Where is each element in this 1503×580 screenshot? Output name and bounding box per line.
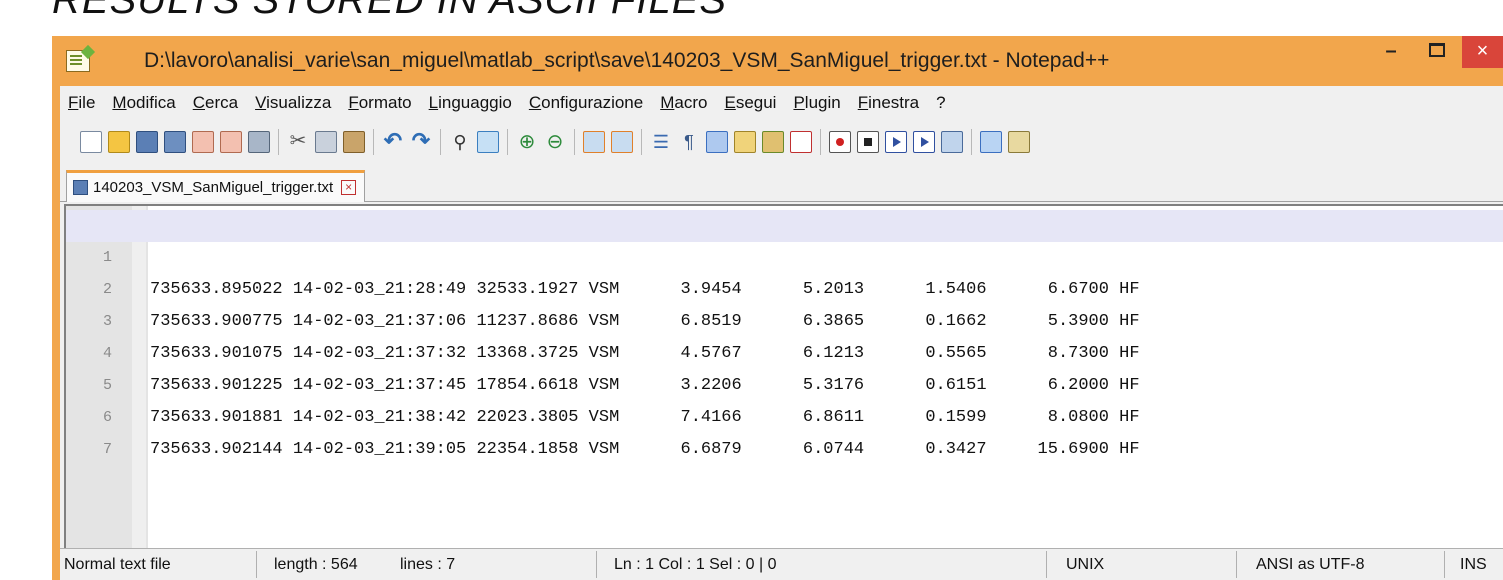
status-insert-mode: INS	[1460, 556, 1487, 573]
line-text[interactable]: 735633.902144 14-02-03_21:39:05 22354.18…	[150, 434, 1140, 466]
play-macro-icon[interactable]	[885, 131, 907, 153]
editor-line[interactable]: 6 735633.902144 14-02-03_21:39:05 22354.…	[66, 370, 1503, 459]
find-icon[interactable]: ⚲	[449, 131, 471, 153]
sync-scroll-h-icon[interactable]	[611, 131, 633, 153]
tab-label: 140203_VSM_SanMiguel_trigger.txt	[93, 179, 334, 196]
zoom-in-icon[interactable]: ⊕	[516, 131, 538, 153]
status-file-type: Normal text file	[64, 556, 171, 573]
menu-finestra[interactable]: Finestra	[858, 93, 919, 113]
new-file-icon[interactable]	[80, 131, 102, 153]
menu-formato[interactable]: Formato	[348, 93, 411, 113]
menu-help[interactable]: ?	[936, 93, 945, 113]
save-icon[interactable]	[136, 131, 158, 153]
status-bar: Normal text file length : 564 lines : 7 …	[60, 548, 1503, 580]
function-list-icon[interactable]	[790, 131, 812, 153]
close-all-icon[interactable]	[220, 131, 242, 153]
menu-bar: File Modifica Cerca Visualizza Formato L…	[60, 86, 1503, 120]
notepadpp-window: D:\lavoro\analisi_varie\san_miguel\matla…	[52, 36, 1503, 580]
editor-line[interactable]: 2 735633.900775 14-02-03_21:37:06 11237.…	[66, 242, 1503, 331]
slide-title: RESULTS STORED IN ASCII FILES	[52, 0, 728, 22]
title-bar[interactable]: D:\lavoro\analisi_varie\san_miguel\matla…	[52, 36, 1503, 86]
open-file-icon[interactable]	[108, 131, 130, 153]
editor-line[interactable]: 7	[66, 402, 1503, 458]
tab-close-icon[interactable]: ×	[341, 180, 357, 195]
status-divider	[1444, 551, 1445, 578]
zoom-out-icon[interactable]: ⊖	[544, 131, 566, 153]
toolbar-separator	[971, 129, 972, 155]
menu-visualizza[interactable]: Visualizza	[255, 93, 331, 113]
menu-macro[interactable]: Macro	[660, 93, 707, 113]
menu-plugin[interactable]: Plugin	[793, 93, 840, 113]
replace-icon[interactable]	[477, 131, 499, 153]
text-editor[interactable]: 1 735633.895022 14-02-03_21:28:49 32533.…	[64, 204, 1503, 548]
undo-icon[interactable]: ↶	[382, 130, 404, 153]
menu-modifica[interactable]: Modifica	[112, 93, 175, 113]
indent-guide-icon[interactable]	[706, 131, 728, 153]
language-icon[interactable]	[734, 131, 756, 153]
spell-check-icon[interactable]	[980, 131, 1002, 153]
toolbar: ✂ ↶ ↷ ⚲ ⊕ ⊖ ☰ ¶	[60, 120, 1503, 164]
toolbar-separator	[373, 129, 374, 155]
tab-file[interactable]: 140203_VSM_SanMiguel_trigger.txt ×	[66, 170, 366, 202]
copy-icon[interactable]	[315, 131, 337, 153]
close-button[interactable]: ×	[1462, 36, 1503, 68]
cut-icon[interactable]: ✂	[287, 131, 309, 153]
save-all-icon[interactable]	[164, 131, 186, 153]
status-encoding: ANSI as UTF-8	[1256, 556, 1365, 573]
status-eol: UNIX	[1066, 556, 1105, 573]
status-divider	[596, 551, 597, 578]
editor-line[interactable]: 4 735633.901225 14-02-03_21:37:45 17854.…	[66, 306, 1503, 395]
spell-check-alt-icon[interactable]	[1008, 131, 1030, 153]
sync-scroll-icon[interactable]	[583, 131, 605, 153]
saved-file-icon	[73, 180, 88, 195]
close-file-icon[interactable]	[192, 131, 214, 153]
status-divider	[1236, 551, 1237, 578]
toolbar-separator	[507, 129, 508, 155]
status-divider	[256, 551, 257, 578]
window-title: D:\lavoro\analisi_varie\san_miguel\matla…	[144, 49, 1110, 72]
toolbar-separator	[440, 129, 441, 155]
menu-cerca[interactable]: Cerca	[193, 93, 238, 113]
toolbar-separator	[641, 129, 642, 155]
toolbar-separator	[574, 129, 575, 155]
print-icon[interactable]	[248, 131, 270, 153]
editor-line[interactable]: 3 735633.901075 14-02-03_21:37:32 13368.…	[66, 274, 1503, 363]
status-lines: lines : 7	[400, 556, 456, 573]
doc-map-icon[interactable]	[762, 131, 784, 153]
play-macro-multiple-icon[interactable]	[913, 131, 935, 153]
notepadpp-app-icon[interactable]	[66, 50, 90, 72]
toolbar-separator	[820, 129, 821, 155]
record-macro-icon[interactable]	[829, 131, 851, 153]
paste-icon[interactable]	[343, 131, 365, 153]
maximize-icon	[1429, 43, 1445, 57]
menu-configurazione[interactable]: Configurazione	[529, 93, 643, 113]
maximize-button[interactable]	[1420, 36, 1454, 68]
menu-file[interactable]: File	[68, 93, 95, 113]
menu-linguaggio[interactable]: Linguaggio	[429, 93, 512, 113]
redo-icon[interactable]: ↷	[410, 130, 432, 153]
editor-line[interactable]: 1 735633.895022 14-02-03_21:28:49 32533.…	[66, 210, 1503, 299]
status-divider	[1046, 551, 1047, 578]
toolbar-separator	[278, 129, 279, 155]
status-cursor-position: Ln : 1 Col : 1 Sel : 0 | 0	[614, 556, 777, 573]
tab-bar: 140203_VSM_SanMiguel_trigger.txt ×	[60, 168, 1503, 202]
line-number: 7	[102, 441, 112, 458]
status-length: length : 564	[274, 556, 358, 573]
word-wrap-icon[interactable]: ☰	[650, 131, 672, 153]
menu-esegui[interactable]: Esegui	[724, 93, 776, 113]
save-macro-icon[interactable]	[941, 131, 963, 153]
client-area: File Modifica Cerca Visualizza Formato L…	[60, 86, 1503, 580]
stop-macro-icon[interactable]	[857, 131, 879, 153]
minimize-button[interactable]: –	[1374, 36, 1408, 68]
editor-line[interactable]: 5 735633.901881 14-02-03_21:38:42 22023.…	[66, 338, 1503, 427]
show-all-chars-icon[interactable]: ¶	[678, 131, 700, 153]
